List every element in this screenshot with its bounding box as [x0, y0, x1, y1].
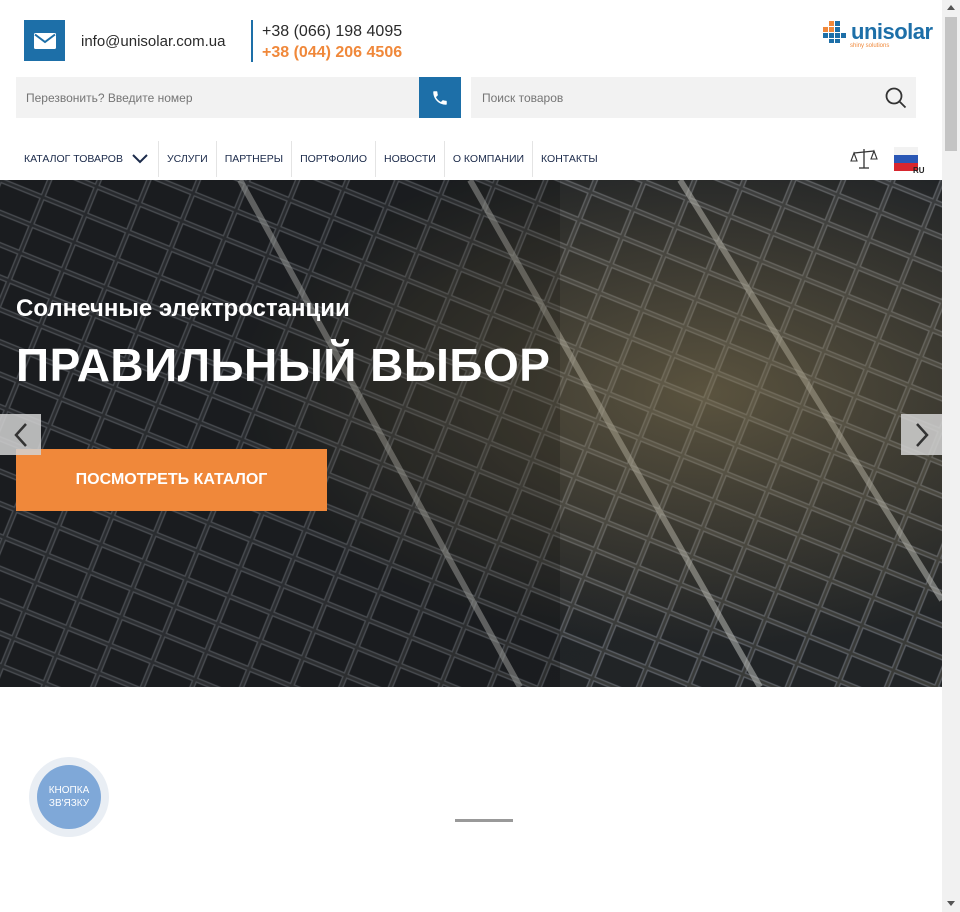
chevron-right-icon [915, 422, 929, 447]
phone-secondary[interactable]: +38 (044) 206 4506 [262, 44, 402, 62]
logo-mark-icon [823, 21, 846, 43]
section-divider [455, 819, 513, 822]
callback-phone-input[interactable] [16, 77, 419, 118]
slider-next-button[interactable] [901, 414, 942, 455]
scrollbar-thumb[interactable] [945, 17, 957, 151]
scales-icon [850, 149, 878, 169]
chevron-down-icon [132, 154, 148, 164]
product-search-input[interactable] [471, 77, 916, 118]
nav-item-label: КОНТАКТЫ [541, 153, 598, 165]
language-code: RU [913, 166, 925, 175]
header-divider [251, 20, 253, 62]
hero-subtitle: Солнечные электростанции [16, 295, 350, 322]
hero-title: ПРАВИЛЬНЫЙ ВЫБОР [16, 339, 551, 391]
search-icon [885, 87, 907, 109]
email-address[interactable]: info@unisolar.com.ua [81, 33, 225, 50]
callback-button[interactable] [419, 77, 461, 118]
scroll-down-arrow-icon[interactable] [946, 898, 956, 908]
nav-item-partners[interactable]: ПАРТНЕРЫ [217, 141, 293, 177]
nav-item-catalog[interactable]: КАТАЛОГ ТОВАРОВ [16, 141, 159, 177]
chevron-left-icon [13, 422, 27, 447]
logo-text: unisolar [851, 19, 933, 44]
nav-item-label: КАТАЛОГ ТОВАРОВ [24, 153, 123, 165]
envelope-icon [33, 32, 56, 49]
slider-prev-button[interactable] [0, 414, 41, 455]
nav-item-news[interactable]: НОВОСТИ [376, 141, 445, 177]
compare-button[interactable] [850, 147, 878, 176]
nav-item-label: О КОМПАНИИ [452, 153, 525, 165]
scroll-up-arrow-icon[interactable] [946, 3, 956, 13]
callback-widget-line1: КНОПКА [48, 785, 90, 796]
site-logo[interactable]: unisolar [823, 19, 933, 45]
nav-item-services[interactable]: УСЛУГИ [159, 141, 217, 177]
phone-icon [433, 90, 447, 105]
email-link-button[interactable] [24, 20, 65, 61]
phone-primary[interactable]: +38 (066) 198 4095 [262, 23, 402, 41]
nav-item-about[interactable]: О КОМПАНИИ [445, 141, 534, 177]
nav-item-contacts[interactable]: КОНТАКТЫ [533, 141, 606, 177]
main-nav: КАТАЛОГ ТОВАРОВ УСЛУГИ ПАРТНЕРЫ ПОРТФОЛИ… [16, 141, 606, 177]
nav-item-portfolio[interactable]: ПОРТФОЛИО [292, 141, 377, 177]
nav-item-label: УСЛУГИ [166, 153, 208, 165]
nav-item-label: ПАРТНЕРЫ [224, 153, 284, 165]
search-button[interactable] [878, 80, 914, 116]
view-catalog-button[interactable]: ПОСМОТРЕТЬ КАТАЛОГ [16, 449, 327, 511]
nav-item-label: НОВОСТИ [384, 153, 436, 165]
hero-slider: Солнечные электростанции ПРАВИЛЬНЫЙ ВЫБО… [0, 180, 942, 687]
callback-widget-button[interactable]: КНОПКА ЗВ'ЯЗКУ [37, 765, 101, 829]
nav-item-label: ПОРТФОЛИО [300, 153, 368, 165]
solar-panels-background [0, 180, 942, 687]
logo-tagline: shiny solutions [850, 43, 890, 49]
callback-widget-line2: ЗВ'ЯЗКУ [48, 798, 90, 809]
